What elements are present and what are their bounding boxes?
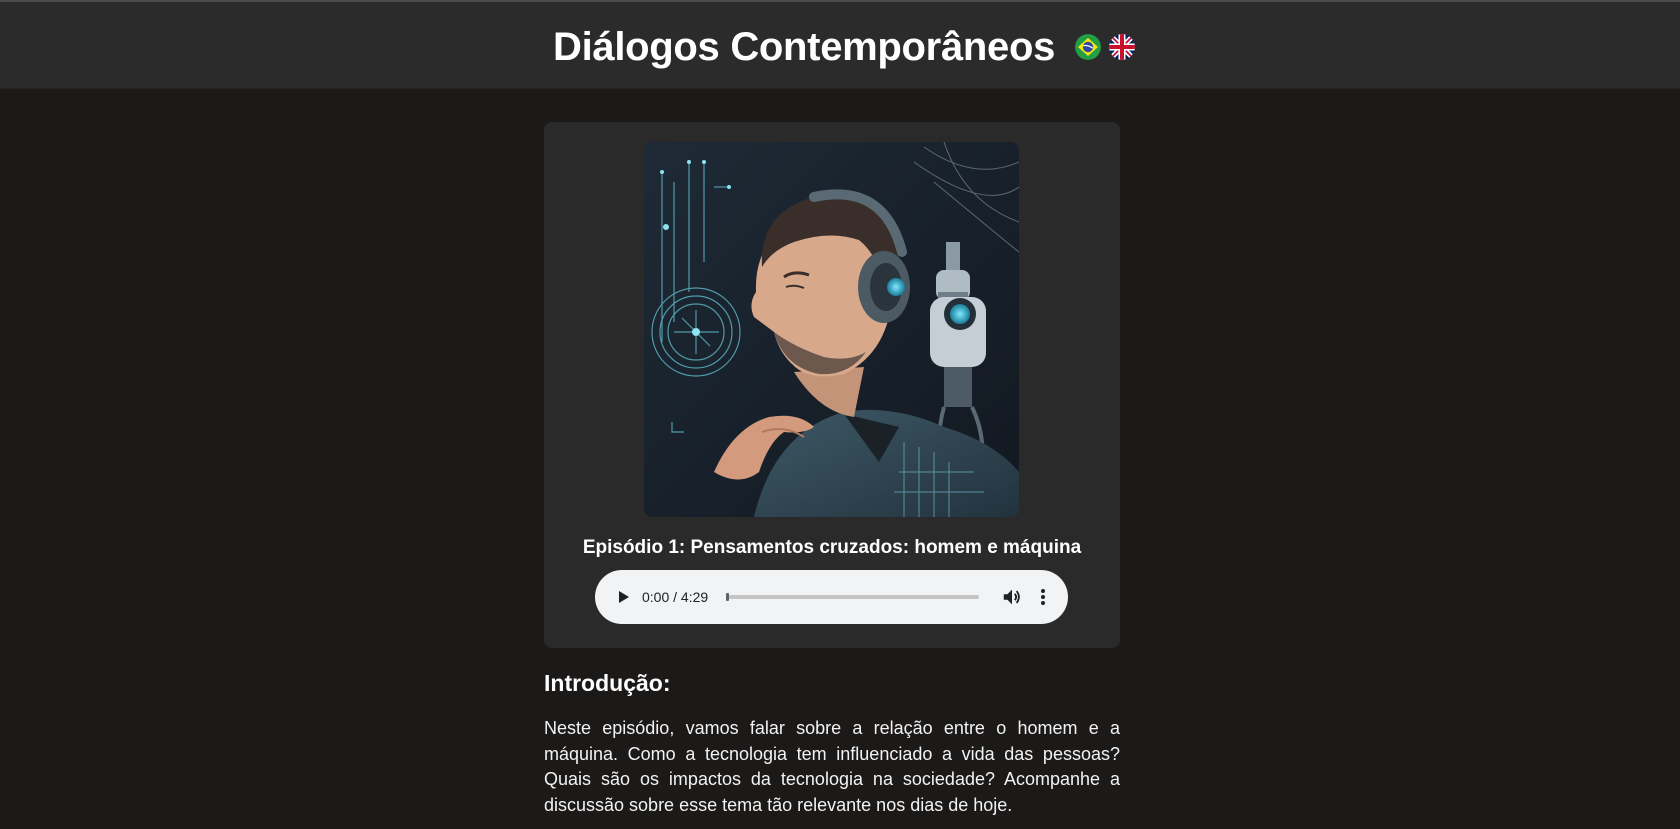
intro-heading: Introdução: <box>544 670 671 696</box>
episode-title: Episódio 1: Pensamentos cruzados: homem … <box>582 537 1082 558</box>
play-icon[interactable] <box>613 587 633 607</box>
episode-card: Episódio 1: Pensamentos cruzados: homem … <box>544 122 1120 648</box>
audio-time: 0:00 / 4:29 <box>642 589 709 605</box>
intro-text: Neste episódio, vamos falar sobre a rela… <box>544 718 1120 815</box>
site-header: Diálogos Contemporâneos <box>0 0 1680 89</box>
audio-seek-thumb[interactable] <box>726 593 729 601</box>
audio-seek-bar[interactable] <box>726 593 979 601</box>
volume-icon[interactable] <box>1001 586 1023 608</box>
brazil-flag-icon[interactable] <box>1075 34 1102 60</box>
more-options-icon[interactable] <box>1039 586 1047 608</box>
language-switcher <box>1075 34 1136 60</box>
page: Diálogos Contemporâneos Episódio 1: Pens… <box>0 0 1680 829</box>
header-inner: Diálogos Contemporâneos <box>553 22 1136 72</box>
podcast-cover-image <box>644 142 1019 517</box>
site-title: Diálogos Contemporâneos <box>553 25 1056 69</box>
audio-player: 0:00 / 4:29 <box>595 570 1068 624</box>
uk-flag-icon[interactable] <box>1109 34 1136 60</box>
